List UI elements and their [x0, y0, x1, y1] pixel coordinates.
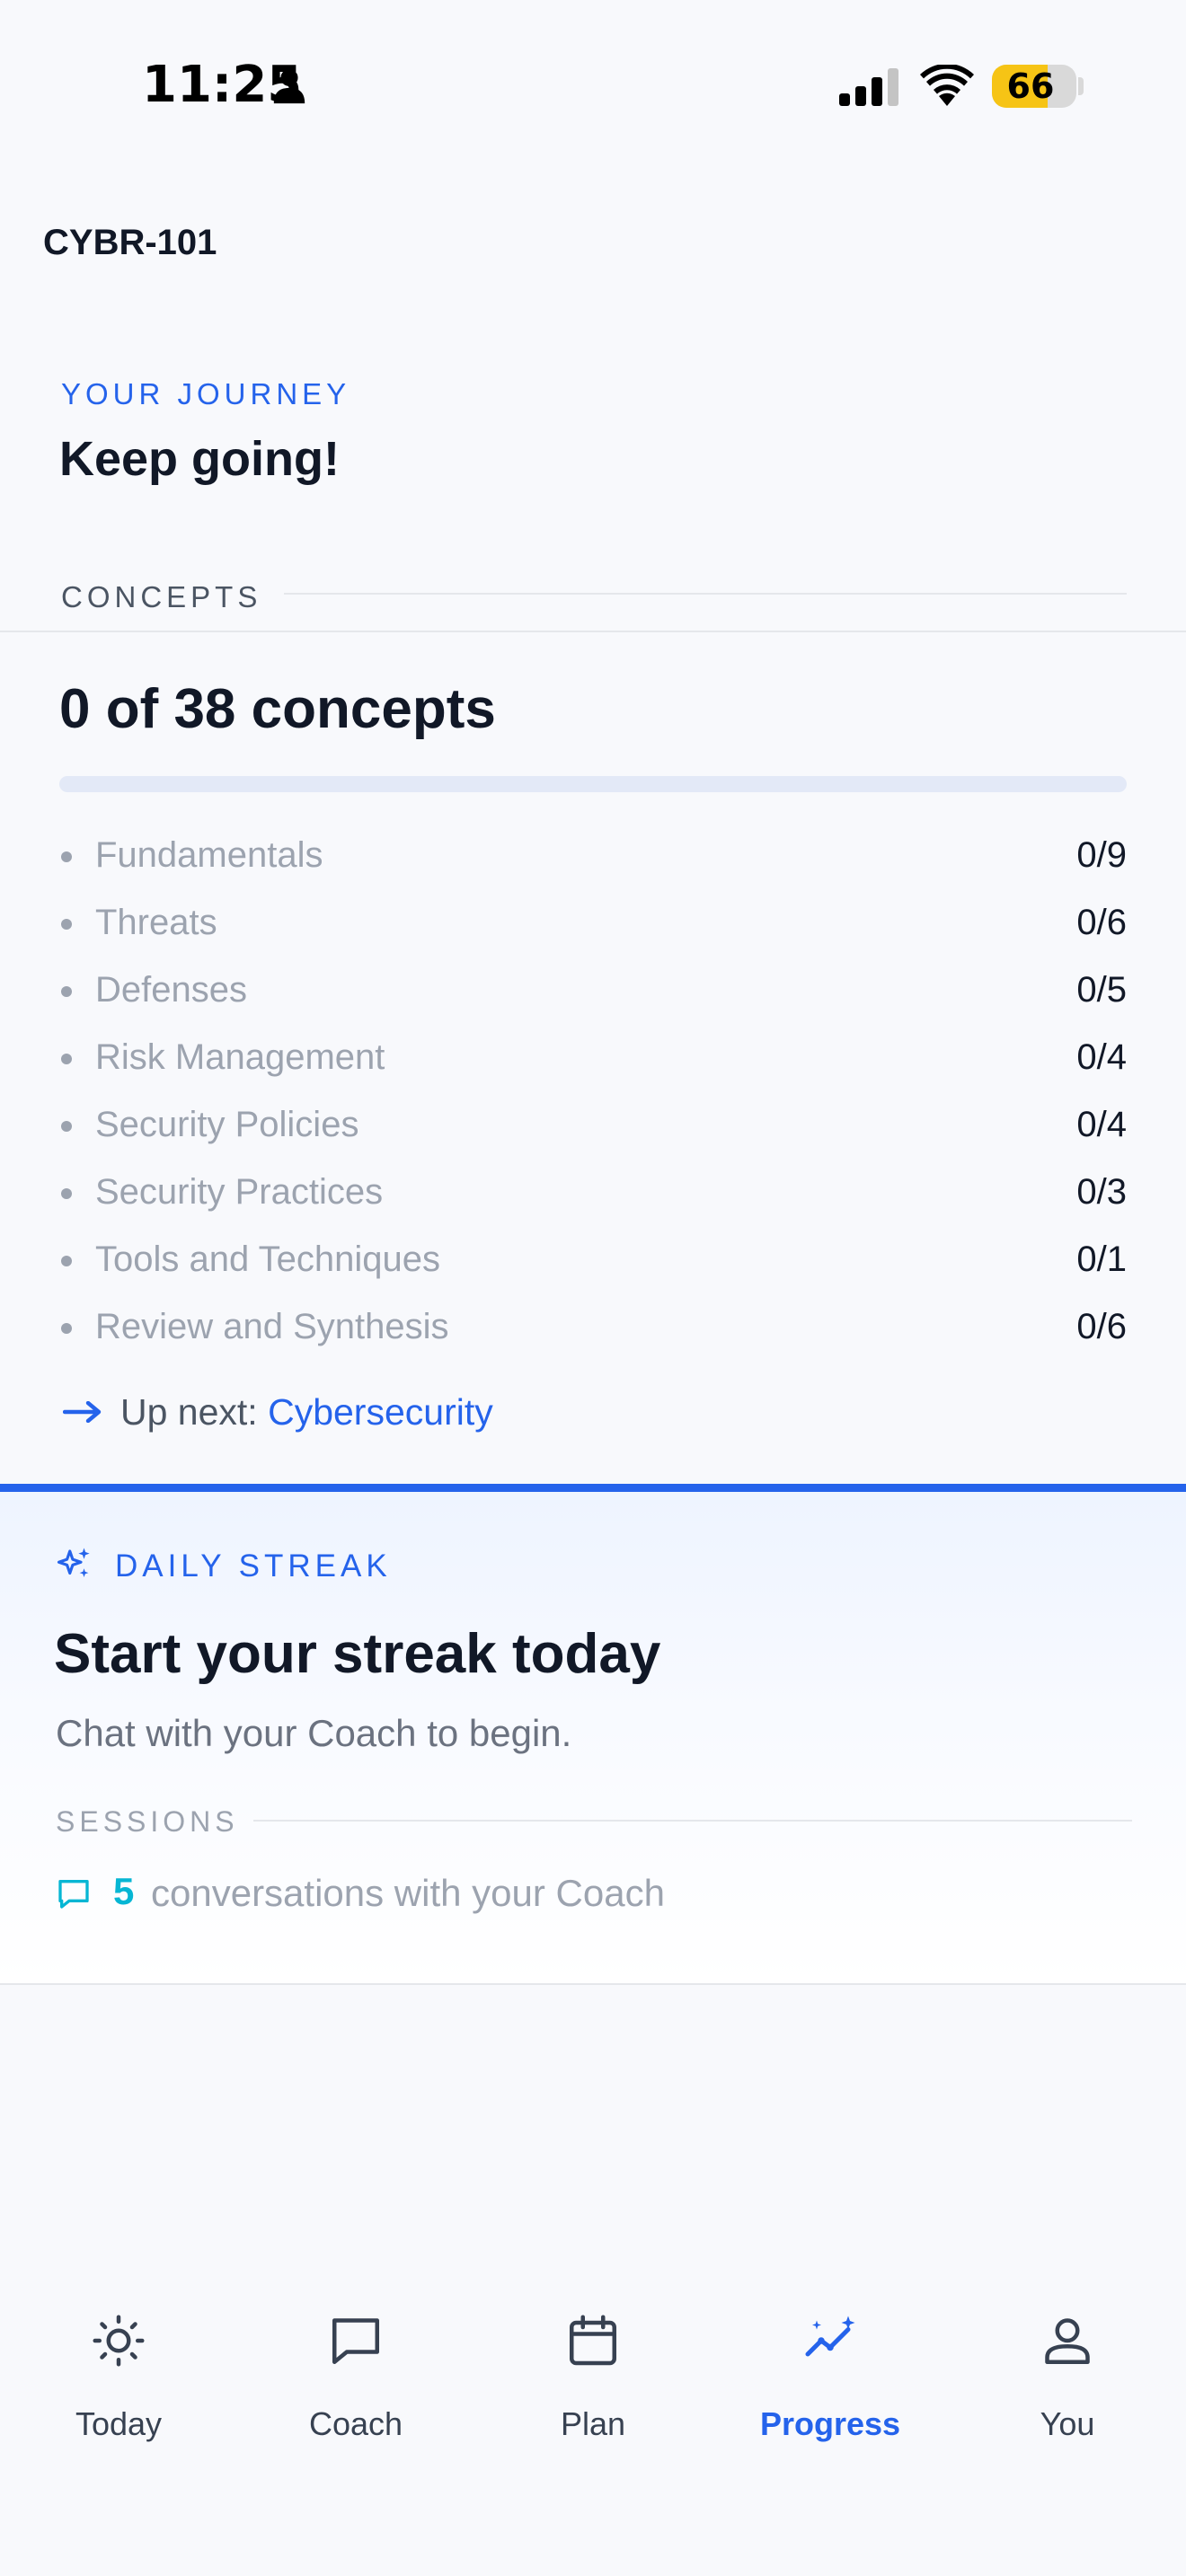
- sessions-text: conversations with your Coach: [151, 1872, 665, 1914]
- chat-bubble-icon: [58, 1880, 89, 1909]
- topic-count: 0/5: [1076, 970, 1127, 1010]
- journey-eyebrow: YOUR JOURNEY: [61, 377, 351, 410]
- up-next-prefix: Up next:: [120, 1391, 269, 1433]
- tab-label: Progress: [759, 2405, 901, 2442]
- topic-item[interactable]: Tools and Techniques 0/1: [59, 1232, 1127, 1300]
- topic-count: 0/9: [1076, 835, 1127, 875]
- streak-heading: Start your streak today: [54, 1623, 661, 1685]
- sessions-divider-line: [253, 1820, 1132, 1822]
- topic-name: Risk Management: [95, 1037, 385, 1077]
- battery-icon: 66: [992, 65, 1076, 108]
- calendar-icon: [570, 2315, 616, 2366]
- signal-icon: [839, 68, 898, 106]
- concepts-progress-bar: [59, 776, 1127, 792]
- wifi-icon: [920, 65, 974, 106]
- topic-item[interactable]: Risk Management 0/4: [59, 1030, 1127, 1098]
- topic-item[interactable]: Review and Synthesis 0/6: [59, 1300, 1127, 1367]
- topic-count: 0/1: [1076, 1239, 1127, 1279]
- streak-card-bottom-border: [0, 1983, 1186, 1985]
- topic-name: Security Policies: [95, 1105, 359, 1144]
- bullet-icon: [61, 1256, 72, 1266]
- streak-eyebrow: DAILY STREAK: [115, 1548, 392, 1584]
- battery-nub: [1078, 77, 1084, 95]
- tab-today[interactable]: Today: [0, 2254, 237, 2470]
- topic-count: 0/4: [1076, 1105, 1127, 1144]
- concepts-section-label: CONCEPTS: [61, 580, 262, 613]
- sessions-count: 5: [113, 1870, 135, 1912]
- tab-label: Today: [75, 2405, 163, 2442]
- sessions-label: SESSIONS: [56, 1805, 239, 1838]
- chat-bubble-icon: [332, 2318, 379, 2364]
- tab-bar: Today Coach Plan Progress You: [0, 2254, 1186, 2576]
- bullet-icon: [61, 1121, 72, 1132]
- battery-level: 66: [1006, 66, 1055, 106]
- topic-item[interactable]: Security Practices 0/3: [59, 1165, 1127, 1232]
- arrow-right-icon: [63, 1401, 102, 1423]
- status-bar: 11:25 66: [0, 0, 1186, 171]
- up-next-text: Up next: Cybersecurity: [120, 1389, 493, 1435]
- user-icon: [1045, 2318, 1090, 2364]
- bullet-icon: [61, 919, 72, 930]
- topic-count: 0/6: [1076, 903, 1127, 942]
- tab-label: You: [1040, 2405, 1095, 2442]
- topic-count: 0/4: [1076, 1037, 1127, 1077]
- topic-name: Security Practices: [95, 1172, 384, 1212]
- topic-item[interactable]: Defenses 0/5: [59, 963, 1127, 1030]
- bullet-icon: [61, 851, 72, 862]
- topic-name: Defenses: [95, 970, 247, 1010]
- concepts-divider-line: [284, 593, 1127, 595]
- streak-subtitle: Chat with your Coach to begin.: [56, 1712, 572, 1754]
- section-divider: [0, 631, 1186, 632]
- sun-icon: [93, 2315, 145, 2367]
- topic-name: Tools and Techniques: [95, 1239, 440, 1279]
- topic-name: Fundamentals: [95, 835, 323, 875]
- topic-item[interactable]: Fundamentals 0/9: [59, 828, 1127, 895]
- bullet-icon: [61, 1323, 72, 1334]
- topic-count: 0/3: [1076, 1172, 1127, 1212]
- bullet-icon: [61, 1054, 72, 1064]
- journey-heading: Keep going!: [59, 432, 340, 486]
- topic-list: Fundamentals 0/9 Threats 0/6 Defenses 0/…: [59, 828, 1127, 1367]
- tab-plan[interactable]: Plan: [474, 2254, 712, 2470]
- topic-item[interactable]: Threats 0/6: [59, 895, 1127, 963]
- sparkles-icon: [57, 1548, 90, 1578]
- person-icon: [273, 68, 305, 104]
- tab-coach[interactable]: Coach: [237, 2254, 474, 2470]
- tab-progress[interactable]: Progress: [712, 2254, 949, 2470]
- bullet-icon: [61, 1188, 72, 1199]
- course-code: CYBR-101: [43, 223, 217, 262]
- tab-you[interactable]: You: [949, 2254, 1186, 2470]
- trend-sparkle-icon: [805, 2316, 855, 2357]
- tab-label: Plan: [560, 2405, 626, 2442]
- topic-name: Review and Synthesis: [95, 1307, 449, 1346]
- bullet-icon: [61, 986, 72, 997]
- concepts-total: 0 of 38 concepts: [59, 678, 496, 740]
- topic-item[interactable]: Security Policies 0/4: [59, 1098, 1127, 1165]
- topic-name: Threats: [95, 903, 217, 942]
- topic-count: 0/6: [1076, 1307, 1127, 1346]
- tab-label: Coach: [308, 2405, 403, 2442]
- up-next-link[interactable]: Cybersecurity: [268, 1391, 493, 1433]
